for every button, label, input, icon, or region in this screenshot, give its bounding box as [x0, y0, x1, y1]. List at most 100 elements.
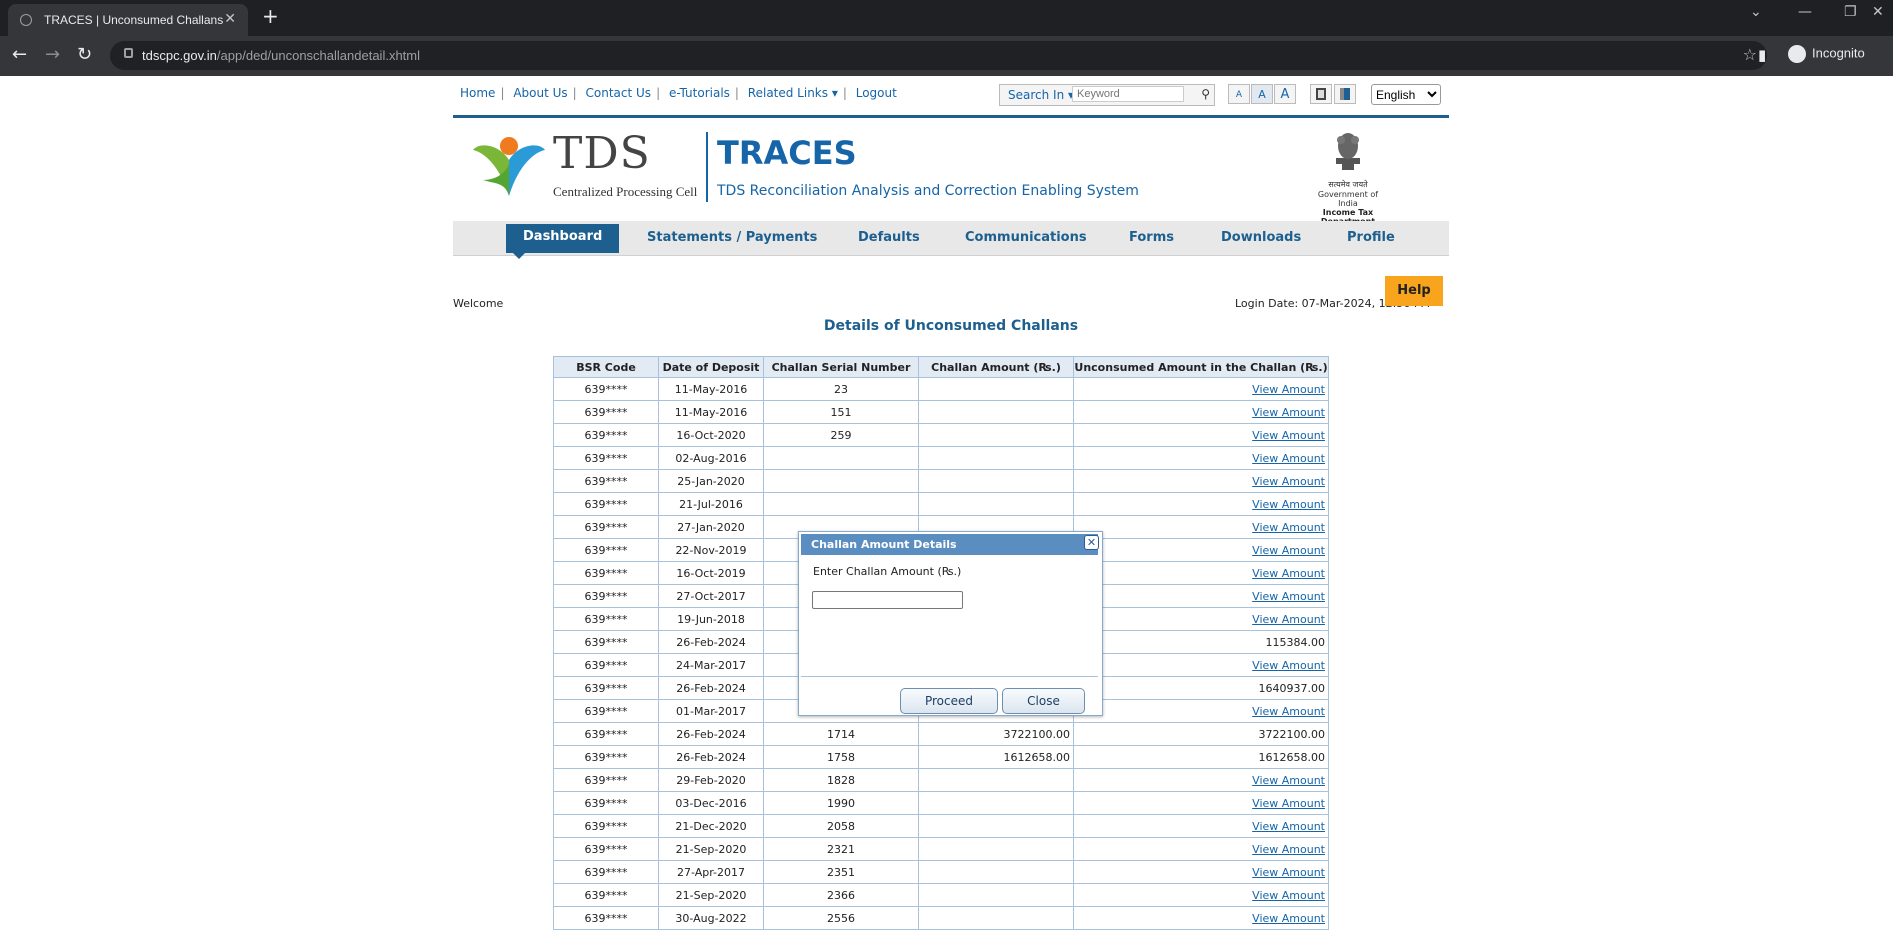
page-title: Details of Unconsumed Challans [823, 318, 1079, 334]
link-logout[interactable]: Logout [856, 86, 897, 100]
view-amount-link[interactable]: View Amount [1252, 521, 1325, 534]
language-select[interactable]: English [1371, 84, 1441, 105]
view-amount-link[interactable]: View Amount [1252, 590, 1325, 603]
side-panel-icon[interactable]: ▮ [1758, 46, 1766, 64]
menu-downloads[interactable]: Downloads [1221, 221, 1301, 255]
col-challan-serial[interactable]: Challan Serial Number [763, 356, 919, 378]
view-amount-link[interactable]: View Amount [1252, 429, 1325, 442]
link-contact-us[interactable]: Contact Us [586, 86, 652, 100]
challan-amount-cell [918, 791, 1074, 815]
link-about-us[interactable]: About Us [513, 86, 567, 100]
browser-tab[interactable]: TRACES | Unconsumed Challans ✕ [8, 4, 248, 36]
unconsumed-cell: View Amount [1073, 791, 1329, 815]
forward-icon[interactable]: → [45, 44, 60, 65]
window-close-icon[interactable]: ✕ [1872, 4, 1884, 20]
table-row: 639**** 25-Jan-2020 View Amount [553, 469, 1329, 493]
menu-defaults[interactable]: Defaults [858, 221, 920, 255]
col-bsr-code[interactable]: BSR Code [553, 356, 659, 378]
challan-amount-cell [918, 400, 1074, 424]
theme-icon[interactable] [1334, 84, 1356, 104]
unconsumed-cell: View Amount [1073, 699, 1329, 723]
view-amount-link[interactable]: View Amount [1252, 912, 1325, 925]
view-amount-link[interactable]: View Amount [1252, 705, 1325, 718]
link-home[interactable]: Home [460, 86, 495, 100]
view-amount-link[interactable]: View Amount [1252, 406, 1325, 419]
view-amount-link[interactable]: View Amount [1252, 498, 1325, 511]
bsr-code-cell: 639**** [553, 607, 659, 631]
view-amount-link[interactable]: View Amount [1252, 820, 1325, 833]
lock-icon[interactable] [124, 48, 133, 58]
view-amount-link[interactable]: View Amount [1252, 889, 1325, 902]
view-amount-link[interactable]: View Amount [1252, 659, 1325, 672]
back-icon[interactable]: ← [12, 44, 27, 65]
date-cell: 26-Feb-2024 [658, 630, 764, 654]
cpc-text: Centralized Processing Cell [553, 184, 698, 199]
bsr-code-cell: 639**** [553, 561, 659, 585]
col-date-of-deposit[interactable]: Date of Deposit [658, 356, 764, 378]
table-row: 639**** 11-May-2016 151 View Amount [553, 400, 1329, 424]
date-cell: 27-Oct-2017 [658, 584, 764, 608]
serial-cell: 2351 [763, 860, 919, 884]
new-tab-icon[interactable]: + [262, 4, 279, 28]
menu-dashboard[interactable]: Dashboard [506, 224, 620, 259]
date-cell: 25-Jan-2020 [658, 469, 764, 493]
unconsumed-cell: View Amount [1073, 906, 1329, 930]
challan-amount-cell [918, 906, 1074, 930]
help-button[interactable]: Help [1385, 276, 1443, 306]
unconsumed-cell: View Amount [1073, 860, 1329, 884]
font-small-button[interactable]: A [1228, 84, 1250, 104]
dialog-divider [801, 676, 1098, 677]
dialog-title: Challan Amount Details [801, 534, 1098, 555]
incognito-indicator[interactable]: Incognito [1788, 45, 1865, 63]
view-amount-link[interactable]: View Amount [1252, 866, 1325, 879]
serial-cell: 1990 [763, 791, 919, 815]
serial-cell [763, 469, 919, 493]
unconsumed-cell: View Amount [1073, 814, 1329, 838]
tab-search-icon[interactable]: ⌄ [1750, 4, 1762, 20]
menu-profile[interactable]: Profile [1347, 221, 1395, 255]
view-amount-link[interactable]: View Amount [1252, 613, 1325, 626]
view-amount-link[interactable]: View Amount [1252, 774, 1325, 787]
bookmark-star-icon[interactable]: ☆ [1743, 45, 1757, 64]
date-cell: 19-Jun-2018 [658, 607, 764, 631]
view-amount-link[interactable]: View Amount [1252, 452, 1325, 465]
date-cell: 21-Jul-2016 [658, 492, 764, 516]
proceed-button[interactable]: Proceed [900, 688, 998, 714]
table-row: 639**** 21-Sep-2020 2321 View Amount [553, 837, 1329, 861]
search-icon[interactable]: ⚲ [1201, 87, 1210, 101]
view-amount-link[interactable]: View Amount [1252, 843, 1325, 856]
font-medium-button[interactable]: A [1251, 84, 1273, 104]
unconsumed-cell: View Amount [1073, 492, 1329, 516]
view-amount-link[interactable]: View Amount [1252, 544, 1325, 557]
menu-communications[interactable]: Communications [965, 221, 1087, 255]
link-e-tutorials[interactable]: e-Tutorials [669, 86, 730, 100]
minimize-icon[interactable]: — [1798, 4, 1812, 20]
ashoka-emblem-icon [1336, 133, 1360, 170]
view-amount-link[interactable]: View Amount [1252, 567, 1325, 580]
menu-statements-payments[interactable]: Statements / Payments [647, 221, 817, 255]
dialog-close-icon[interactable]: ✕ [1084, 535, 1099, 550]
close-button[interactable]: Close [1002, 688, 1085, 714]
close-tab-icon[interactable]: ✕ [224, 10, 236, 27]
table-row: 639**** 30-Aug-2022 2556 View Amount [553, 906, 1329, 930]
view-amount-link[interactable]: View Amount [1252, 383, 1325, 396]
view-amount-link[interactable]: View Amount [1252, 475, 1325, 488]
view-amount-link[interactable]: View Amount [1252, 797, 1325, 810]
font-large-button[interactable]: A [1274, 84, 1296, 104]
date-cell: 27-Jan-2020 [658, 515, 764, 539]
menu-forms[interactable]: Forms [1129, 221, 1174, 255]
col-challan-amount[interactable]: Challan Amount (₨.) [918, 356, 1074, 378]
contrast-icon[interactable] [1310, 84, 1332, 104]
date-cell: 29-Feb-2020 [658, 768, 764, 792]
search-input[interactable] [1072, 86, 1184, 102]
challan-amount-input[interactable] [812, 591, 963, 609]
address-bar[interactable]: tdscpc.gov.in/app/ded/unconschallandetai… [110, 41, 1767, 70]
col-unconsumed-amount[interactable]: Unconsumed Amount in the Challan (₨.) [1073, 356, 1329, 378]
reload-icon[interactable]: ↻ [77, 44, 92, 65]
challan-amount-cell [918, 860, 1074, 884]
challan-amount-cell [918, 837, 1074, 861]
restore-icon[interactable]: ❐ [1844, 4, 1857, 20]
link-related-links[interactable]: Related Links ▾ [748, 86, 838, 100]
unconsumed-cell: View Amount [1073, 561, 1329, 585]
search-in-dropdown[interactable]: Search In ▾ [1008, 88, 1074, 102]
